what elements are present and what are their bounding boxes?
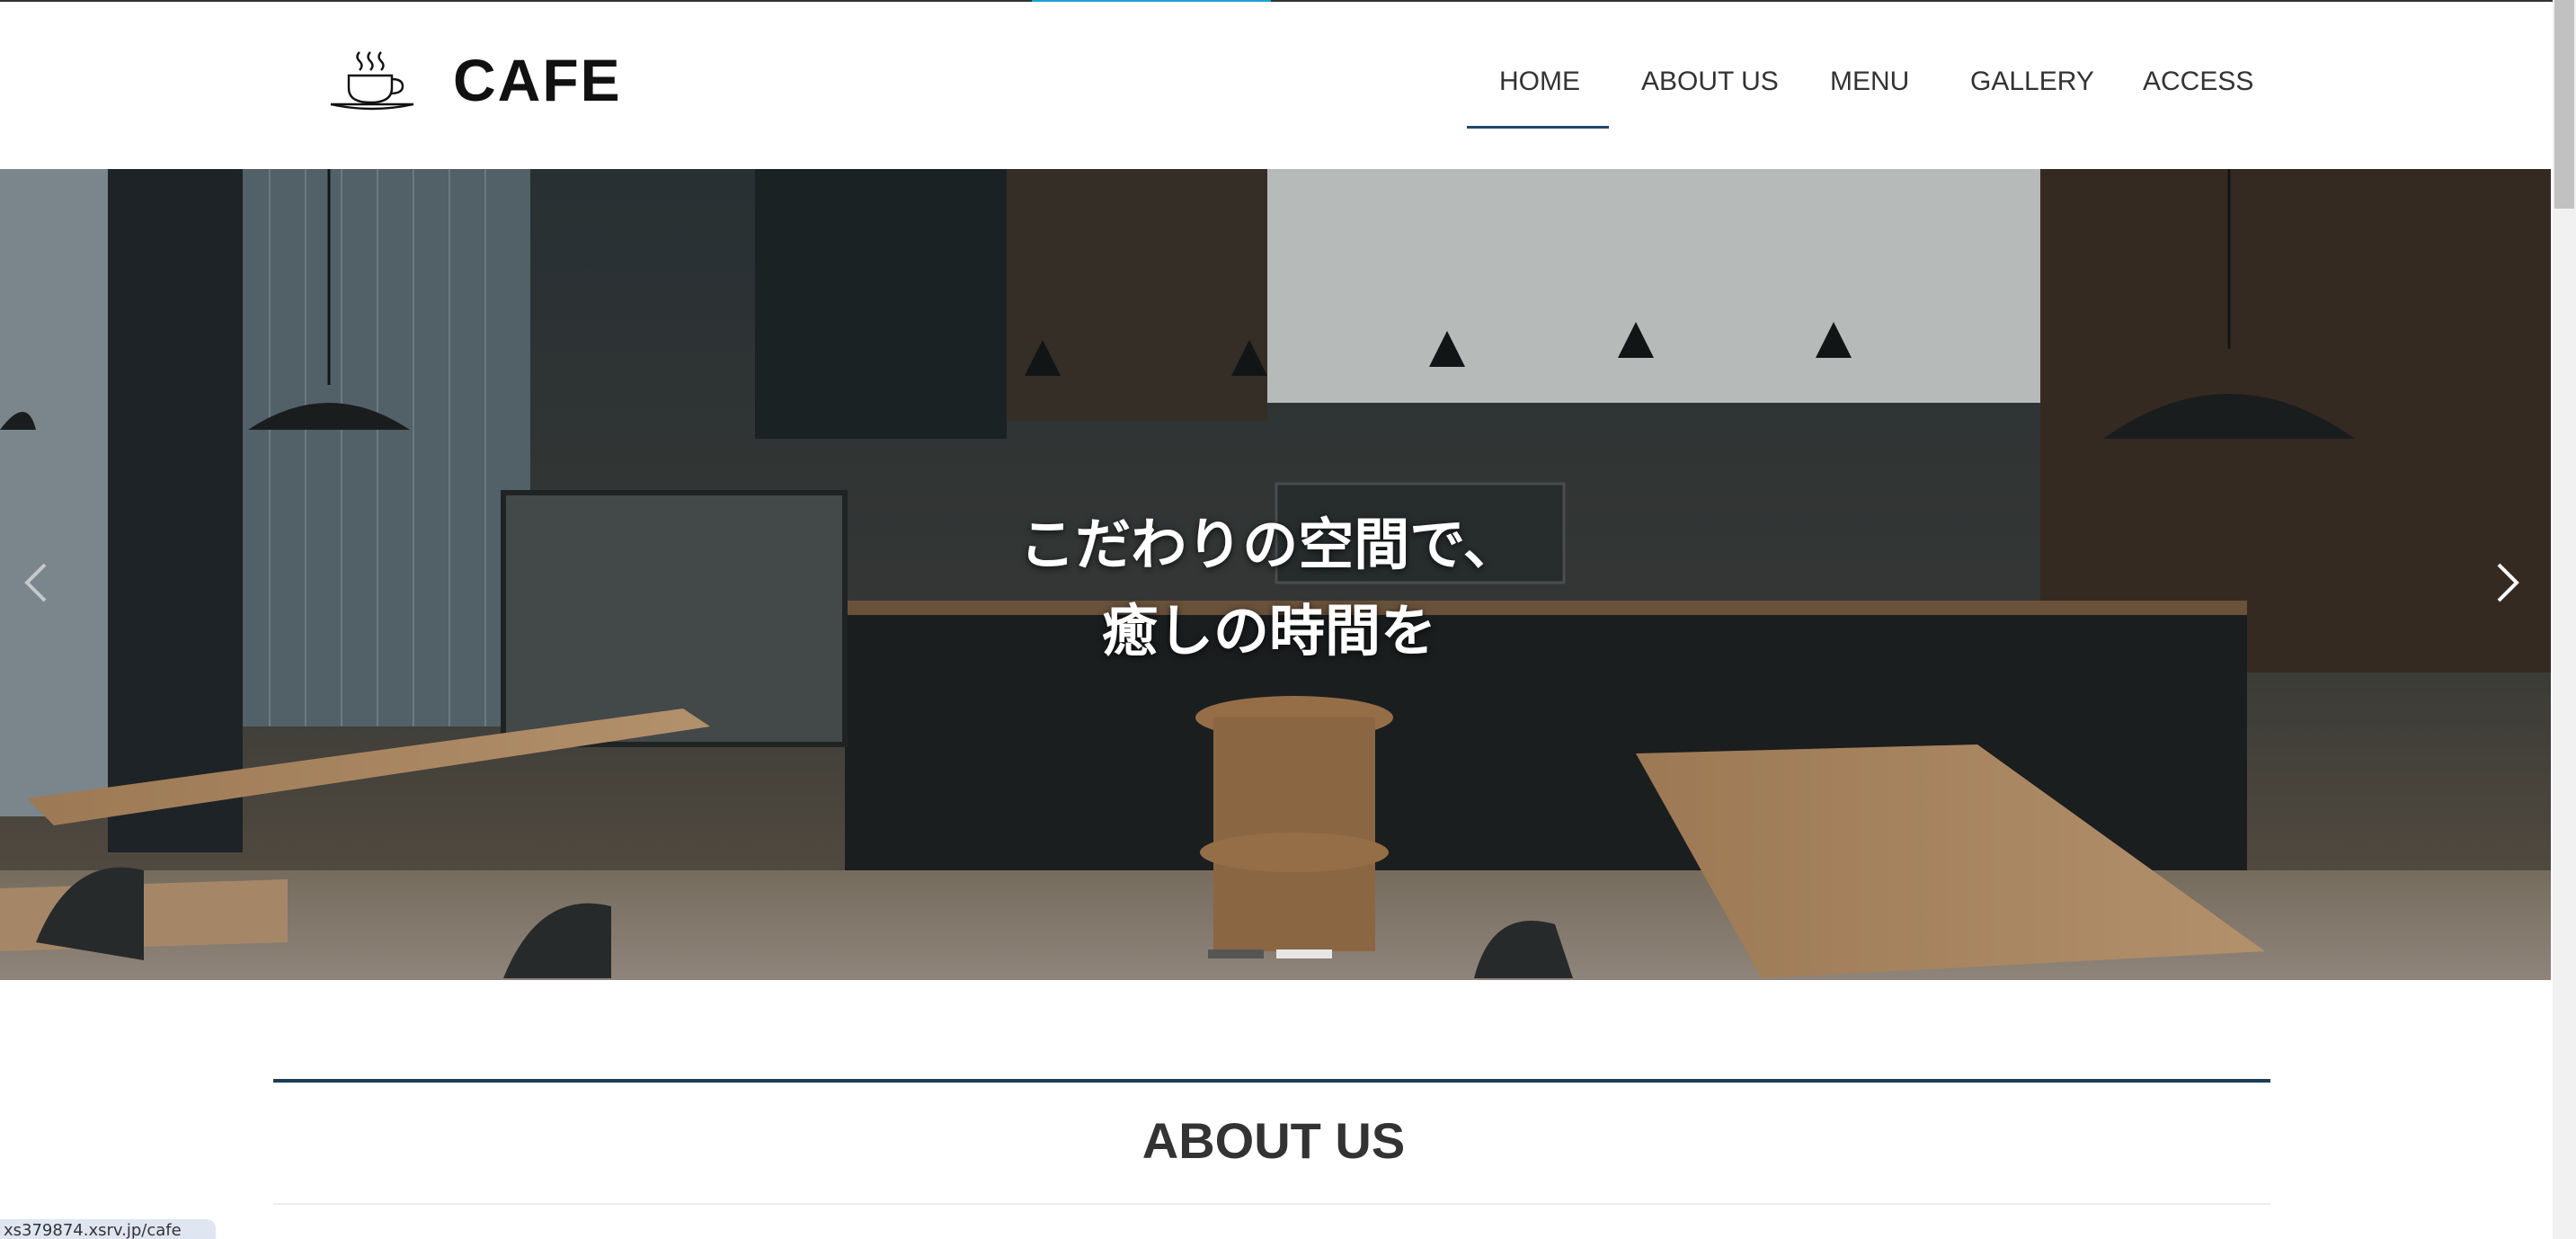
scrollbar-thumb[interactable] (2554, 0, 2574, 209)
hero-caption-line-1: こだわりの空間で、 (1019, 512, 1519, 577)
main-nav: HOME ABOUT US MENU GALLERY ACCESS (0, 2, 2553, 169)
chevron-right-icon (2497, 563, 2519, 602)
carousel-indicator-1[interactable] (1208, 949, 1264, 958)
about-rule-bottom (273, 1203, 2270, 1205)
hero-caption: こだわりの空間で、 癒しの時間を (990, 502, 1548, 674)
carousel-prev-button[interactable] (9, 547, 63, 619)
nav-home[interactable]: HOME (1499, 67, 1580, 97)
chevron-left-icon (24, 563, 47, 602)
carousel-indicator-2[interactable] (1276, 949, 1332, 958)
hero-carousel: こだわりの空間で、 癒しの時間を (0, 169, 2551, 980)
nav-about-us[interactable]: ABOUT US (1641, 67, 1779, 97)
page: CAFE HOME ABOUT US MENU GALLERY ACCESS こ… (0, 0, 2576, 1239)
about-section-title: ABOUT US (1141, 1112, 1406, 1169)
carousel-next-button[interactable] (2481, 547, 2535, 619)
hero-caption-line-2: 癒しの時間を (1101, 598, 1436, 664)
nav-access[interactable]: ACCESS (2143, 67, 2253, 97)
nav-gallery[interactable]: GALLERY (1970, 67, 2094, 97)
status-url-bar: xs379874.xsrv.jp/cafe (0, 1219, 216, 1239)
carousel-indicators (1208, 949, 1332, 958)
nav-menu[interactable]: MENU (1830, 67, 1909, 97)
site-header: CAFE HOME ABOUT US MENU GALLERY ACCESS (0, 2, 2553, 169)
nav-active-underline (1467, 126, 1609, 129)
about-rule-top (273, 1079, 2270, 1083)
